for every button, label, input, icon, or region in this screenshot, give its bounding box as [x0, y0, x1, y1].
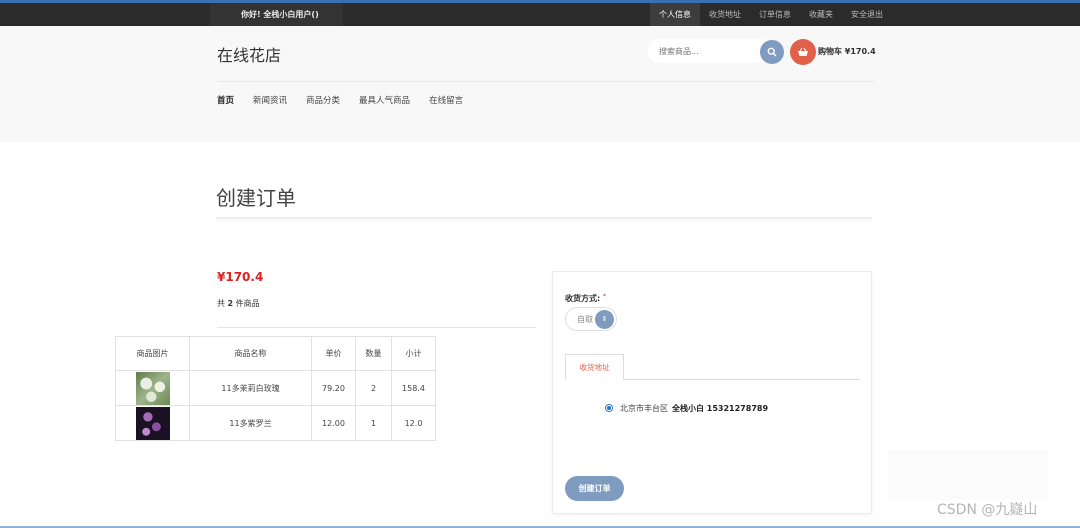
product-subtotal: 12.0	[391, 405, 436, 441]
col-subtotal: 小计	[391, 336, 436, 371]
create-order-button[interactable]: 创建订单	[565, 476, 624, 501]
shipping-method-select[interactable]: 自取 ⇕	[565, 307, 617, 331]
product-subtotal: 158.4	[391, 370, 436, 406]
product-qty: 1	[355, 405, 392, 441]
address-text: 北京市丰台区	[620, 404, 668, 413]
shipping-method-label: 收货方式: *	[565, 293, 606, 304]
faint-overlay	[888, 450, 1048, 500]
product-name: 11多茉莉白玫瑰	[189, 370, 312, 406]
site-logo[interactable]: 在线花店	[217, 42, 281, 66]
page-title: 创建订单	[216, 186, 296, 210]
table-row: 11多茉莉白玫瑰 79.20 2 158.4	[115, 370, 436, 406]
item-count-value: 2	[227, 299, 234, 308]
col-name: 商品名称	[189, 336, 312, 371]
user-nav: 个人信息 收货地址 订单信息 收藏夹 安全退出	[650, 3, 892, 26]
product-price: 79.20	[311, 370, 356, 406]
col-qty: 数量	[355, 336, 392, 371]
main-nav: 首页 新闻资讯 商品分类 最具人气商品 在线留言	[217, 94, 482, 106]
item-count-prefix: 共	[217, 299, 225, 308]
nav-news[interactable]: 新闻资讯	[253, 94, 287, 106]
product-qty: 2	[355, 370, 392, 406]
product-price: 12.00	[311, 405, 356, 441]
tab-shipping-address[interactable]: 收货地址	[565, 354, 624, 380]
select-arrows-icon: ⇕	[595, 310, 614, 329]
nav-categories[interactable]: 商品分类	[306, 94, 340, 106]
product-image[interactable]	[135, 371, 170, 405]
table-header-row: 商品图片 商品名称 单价 数量 小计	[115, 336, 436, 371]
shipping-method-value: 自取	[577, 315, 593, 324]
address-option[interactable]: 北京市丰台区 全栈小白 15321278789	[605, 403, 768, 414]
nav-home[interactable]: 首页	[217, 94, 234, 106]
search-button[interactable]	[760, 40, 784, 64]
summary-divider	[217, 327, 536, 328]
search-box	[648, 39, 774, 64]
link-favorites[interactable]: 收藏夹	[800, 3, 842, 26]
header-divider	[217, 81, 874, 82]
item-count: 共 2 件商品	[217, 298, 260, 309]
nav-messages[interactable]: 在线留言	[429, 94, 463, 106]
link-addresses[interactable]: 收货地址	[700, 3, 750, 26]
required-mark: *	[603, 293, 606, 300]
product-image[interactable]	[135, 406, 170, 440]
user-greeting: 你好! 全栈小白用户()	[210, 3, 343, 26]
col-image: 商品图片	[115, 336, 190, 371]
nav-popular[interactable]: 最具人气商品	[359, 94, 410, 106]
order-items-table: 商品图片 商品名称 单价 数量 小计 11多茉莉白玫瑰 79.20 2 158.…	[115, 336, 436, 441]
cart-button[interactable]	[790, 39, 816, 65]
link-orders[interactable]: 订单信息	[750, 3, 800, 26]
shipping-method-label-text: 收货方式:	[565, 294, 601, 303]
product-image-cell	[115, 405, 190, 441]
col-price: 单价	[311, 336, 356, 371]
search-input[interactable]	[659, 39, 759, 64]
table-row: 11多紫罗兰 12.00 1 12.0	[115, 405, 436, 441]
site-header	[0, 26, 1080, 142]
product-name: 11多紫罗兰	[189, 405, 312, 441]
title-divider	[216, 217, 872, 224]
product-image-cell	[115, 370, 190, 406]
link-profile[interactable]: 个人信息	[650, 3, 700, 26]
link-logout[interactable]: 安全退出	[842, 3, 892, 26]
watermark: CSDN @九嶷山	[937, 502, 1038, 518]
order-total: ¥170.4	[217, 270, 264, 284]
basket-icon	[798, 47, 808, 56]
top-bar: 你好! 全栈小白用户() 个人信息 收货地址 订单信息 收藏夹 安全退出	[0, 3, 1080, 26]
item-count-suffix: 件商品	[235, 299, 260, 308]
search-icon	[767, 47, 777, 57]
cart-total[interactable]: 购物车 ¥170.4	[818, 46, 876, 57]
address-radio[interactable]	[605, 403, 613, 412]
address-recipient: 全栈小白 15321278789	[672, 404, 769, 413]
